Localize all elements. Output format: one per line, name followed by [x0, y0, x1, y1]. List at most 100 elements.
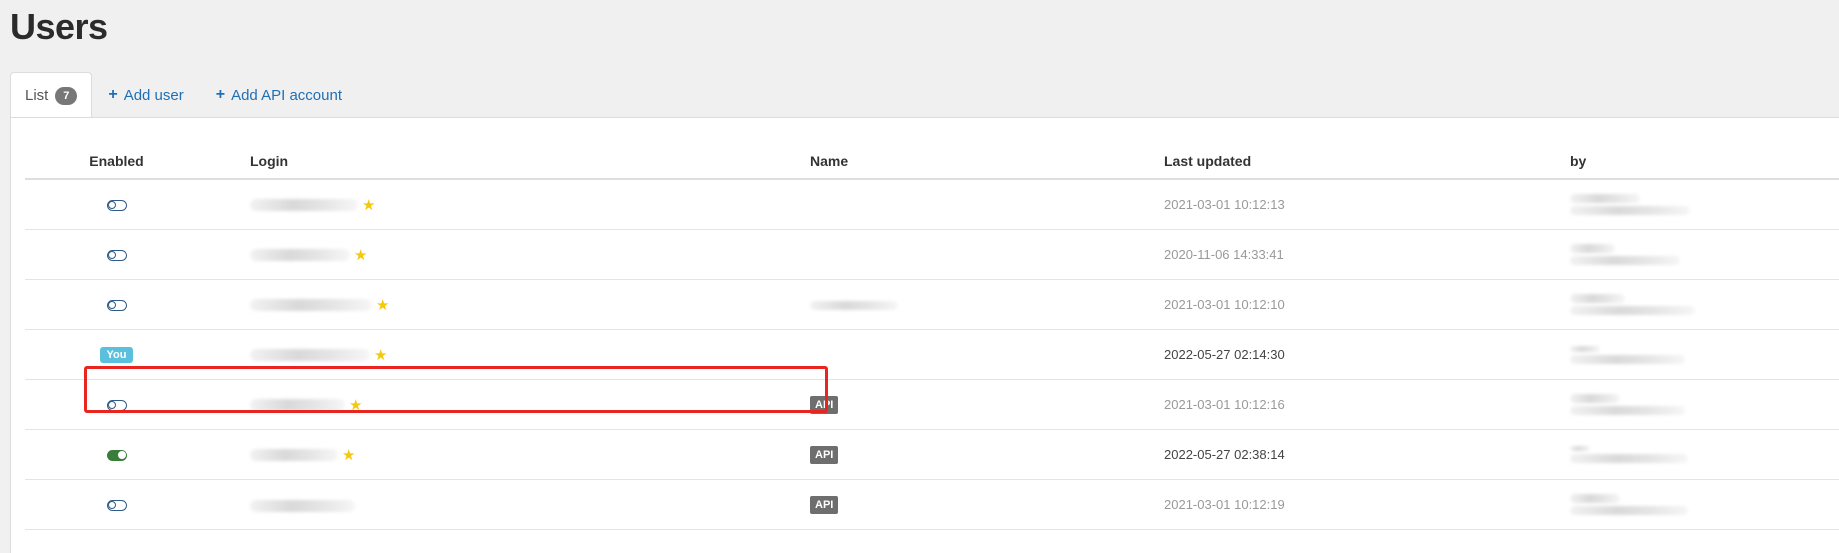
star-icon: ★	[376, 296, 390, 314]
last-updated-value: 2021-03-01 10:12:10	[1164, 297, 1285, 312]
last-updated-cell: 2020-11-06 14:33:41	[1164, 229, 1570, 280]
star-icon: ★	[362, 196, 376, 214]
toggle-knob	[107, 251, 116, 260]
table-row[interactable]: ★ API 2021-03-01 10:12:16	[25, 379, 1839, 430]
toggle-switch-icon[interactable]	[106, 400, 127, 412]
enabled-cell	[25, 379, 240, 430]
api-badge: API	[810, 495, 839, 514]
enabled-cell	[25, 279, 240, 330]
tab-add-api-account[interactable]: + Add API account	[200, 72, 358, 118]
last-updated-cell: 2022-05-27 02:14:30	[1164, 329, 1570, 380]
toggle-switch-icon[interactable]	[106, 300, 127, 312]
tab-add-user[interactable]: + Add user	[92, 72, 199, 118]
redacted-login	[250, 398, 345, 411]
toggle-switch-icon[interactable]	[106, 200, 127, 212]
login-cell: ★	[240, 329, 810, 380]
table-row[interactable]: You ★ 2022-05-27 02:14:30	[25, 329, 1839, 380]
redacted-login	[250, 348, 370, 361]
by-cell	[1570, 329, 1839, 380]
last-updated-value: 2021-03-01 10:12:16	[1164, 397, 1285, 412]
last-updated-value: 2021-03-01 10:12:13	[1164, 197, 1285, 212]
name-cell	[810, 329, 1164, 380]
login-cell	[240, 479, 810, 530]
toggle-knob	[107, 301, 116, 310]
last-updated-cell: 2021-03-01 10:12:19	[1164, 479, 1570, 530]
redacted-by	[1570, 206, 1690, 215]
api-badge: API	[810, 395, 839, 414]
last-updated-cell: 2021-03-01 10:12:16	[1164, 379, 1570, 430]
header-last-updated[interactable]: Last updated	[1164, 144, 1570, 180]
redacted-by	[1570, 494, 1620, 503]
toggle-switch-icon[interactable]	[106, 450, 127, 462]
login-cell: ★	[240, 229, 810, 280]
header-login[interactable]: Login	[240, 144, 810, 180]
table-row[interactable]: ★ 2021-03-01 10:12:10	[25, 279, 1839, 330]
redacted-by	[1570, 256, 1680, 265]
table-row[interactable]: API 2021-03-01 10:12:19	[25, 479, 1839, 530]
api-badge: API	[810, 445, 839, 464]
name-cell: API	[810, 429, 1164, 480]
redacted-by	[1570, 506, 1688, 515]
users-table: Enabled Login Name Last updated by ★ 202…	[25, 144, 1839, 530]
last-updated-cell: 2021-03-01 10:12:10	[1164, 279, 1570, 330]
name-cell	[810, 179, 1164, 230]
header-by[interactable]: by	[1570, 144, 1839, 180]
redacted-by	[1570, 294, 1625, 303]
login-cell: ★	[240, 379, 810, 430]
toggle-knob	[117, 451, 126, 460]
enabled-cell	[25, 479, 240, 530]
name-cell	[810, 229, 1164, 280]
redacted-login	[250, 248, 350, 261]
star-icon: ★	[342, 446, 356, 464]
by-cell	[1570, 429, 1839, 480]
toggle-switch-icon[interactable]	[106, 500, 127, 512]
star-icon: ★	[374, 346, 388, 364]
redacted-by	[1570, 394, 1620, 403]
tab-list[interactable]: List 7	[10, 72, 93, 118]
tab-list-label: List	[25, 87, 49, 104]
login-cell: ★	[240, 429, 810, 480]
name-cell	[810, 279, 1164, 330]
name-cell: API	[810, 379, 1164, 430]
header-enabled[interactable]: Enabled	[25, 144, 240, 180]
redacted-by	[1570, 306, 1695, 315]
toggle-switch-icon[interactable]	[106, 250, 127, 262]
redacted-login	[250, 448, 338, 461]
last-updated-cell: 2021-03-01 10:12:13	[1164, 179, 1570, 230]
toggle-knob	[107, 201, 116, 210]
redacted-login	[250, 198, 358, 211]
tab-bar: List 7 + Add user + Add API account	[10, 72, 358, 118]
last-updated-value: 2020-11-06 14:33:41	[1164, 247, 1284, 262]
redacted-name	[810, 301, 898, 311]
tab-add-user-label: Add user	[123, 86, 184, 104]
name-cell: API	[810, 479, 1164, 530]
redacted-by	[1570, 406, 1685, 415]
by-cell	[1570, 229, 1839, 280]
toggle-knob	[107, 401, 116, 410]
users-list-panel: Enabled Login Name Last updated by ★ 202…	[10, 117, 1839, 553]
login-cell: ★	[240, 279, 810, 330]
redacted-by	[1570, 194, 1640, 203]
by-cell	[1570, 379, 1839, 430]
enabled-cell: You	[25, 329, 240, 380]
enabled-cell	[25, 179, 240, 230]
table-row[interactable]: ★ 2020-11-06 14:33:41	[25, 229, 1839, 280]
header-name[interactable]: Name	[810, 144, 1164, 180]
plus-icon: +	[108, 86, 118, 103]
table-row[interactable]: ★ 2021-03-01 10:12:13	[25, 179, 1839, 230]
redacted-login	[250, 499, 355, 512]
enabled-cell	[25, 229, 240, 280]
table-row[interactable]: ★ API 2022-05-27 02:38:14	[25, 429, 1839, 480]
plus-icon: +	[215, 86, 226, 103]
last-updated-value: 2022-05-27 02:38:14	[1164, 447, 1285, 462]
tab-add-api-account-label: Add API account	[231, 86, 342, 104]
by-cell	[1570, 479, 1839, 530]
by-cell	[1570, 179, 1839, 230]
toggle-knob	[107, 501, 116, 510]
star-icon: ★	[354, 246, 368, 264]
table-header-row: Enabled Login Name Last updated by	[25, 144, 1839, 180]
redacted-login	[250, 298, 372, 311]
page-title: Users	[10, 6, 108, 47]
redacted-by	[1570, 345, 1600, 352]
enabled-cell	[25, 429, 240, 480]
